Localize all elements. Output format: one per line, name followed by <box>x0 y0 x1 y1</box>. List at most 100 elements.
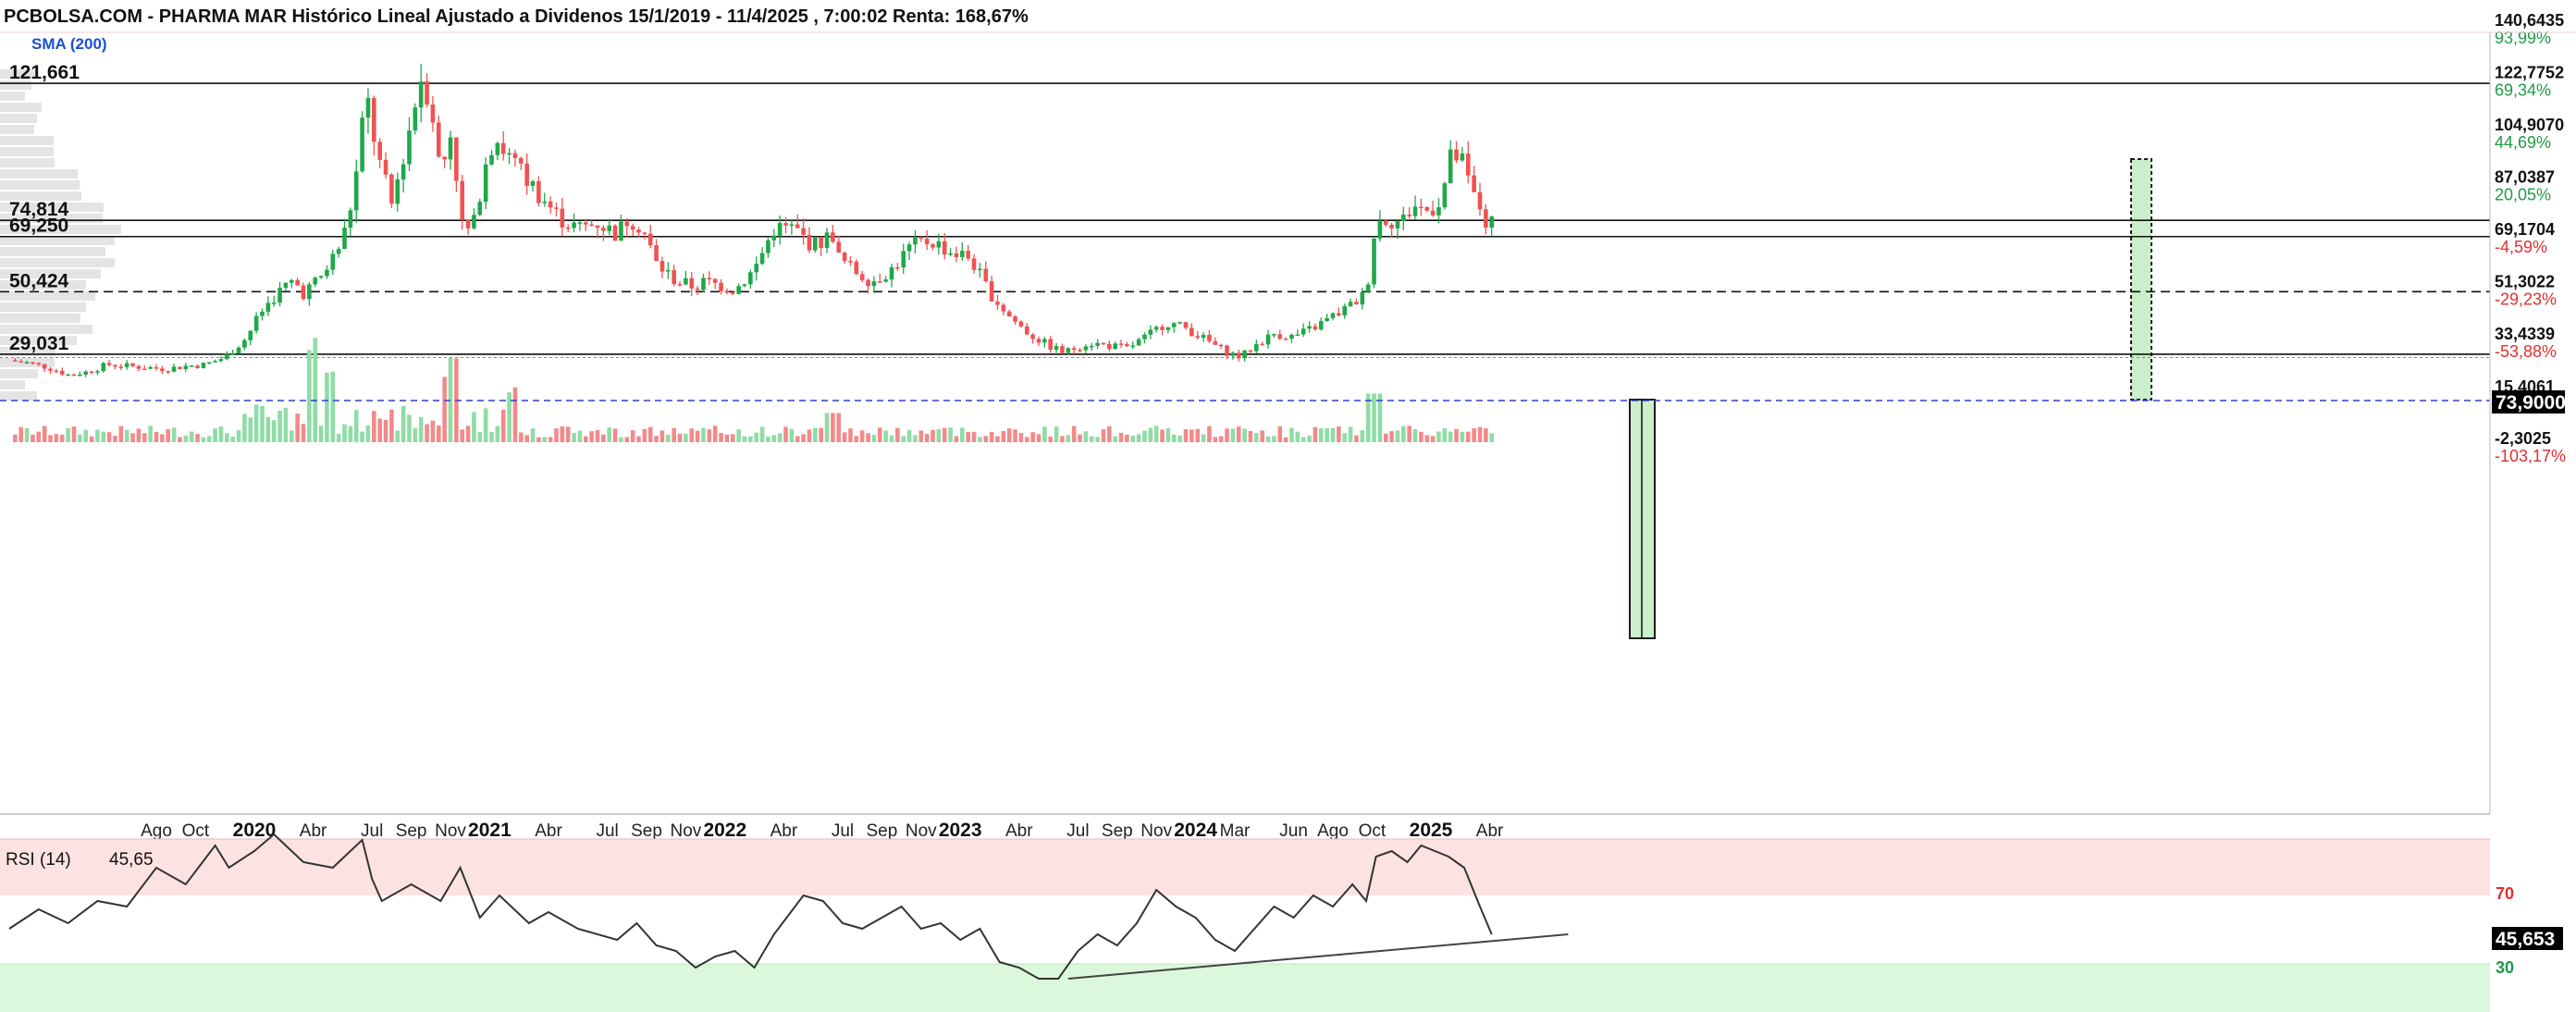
candle-body <box>307 284 312 300</box>
candle-body <box>218 359 224 362</box>
volume-bar <box>225 433 229 442</box>
candle-body <box>42 364 47 369</box>
candle-body <box>360 117 364 172</box>
candle-body <box>524 163 529 186</box>
volume-bar <box>442 376 447 442</box>
candle-body <box>1307 326 1312 329</box>
time-tick-label: Jul <box>596 821 618 841</box>
candle-body <box>31 362 35 364</box>
rsi-value: 45,65 <box>109 850 154 870</box>
volume-bar <box>1472 428 1476 442</box>
volume-bar <box>1118 432 1124 442</box>
candle-body <box>1389 225 1394 228</box>
volume-bar <box>360 431 364 442</box>
volume-bar <box>71 426 77 442</box>
candle-body <box>801 228 806 235</box>
price-tick-label: 104,9070 <box>2495 116 2564 134</box>
volume-bar <box>418 416 424 442</box>
candle-body <box>848 261 853 263</box>
candle-body <box>913 236 918 245</box>
candle-body <box>819 237 823 249</box>
candle-body <box>577 222 583 224</box>
candle-body <box>1036 339 1041 343</box>
volume-bar <box>647 426 653 442</box>
candle-body <box>436 122 441 157</box>
volume-bar <box>1001 430 1006 442</box>
volume-bar <box>66 428 70 442</box>
volume-bar <box>630 430 635 442</box>
volume-bar <box>954 436 959 442</box>
candle-body <box>512 153 518 158</box>
candle-body <box>730 292 735 294</box>
candle-body <box>1283 339 1288 340</box>
volume-bar <box>1083 431 1089 442</box>
volume-bar <box>1407 426 1411 442</box>
candle-body <box>942 241 947 255</box>
candle-body <box>871 281 877 287</box>
candle-body <box>101 363 106 372</box>
volume-bar <box>1383 433 1388 442</box>
volume-bar <box>318 426 324 442</box>
volume-bar <box>1213 437 1218 442</box>
candle-body <box>1401 214 1406 222</box>
candle-body <box>1048 339 1054 350</box>
candle-body <box>295 279 300 286</box>
candle-body <box>813 237 818 251</box>
volume-bar <box>1171 434 1177 442</box>
candle-body <box>1024 326 1029 335</box>
volume-bar <box>1465 431 1471 442</box>
volume-bar <box>218 426 224 442</box>
candle-body <box>754 264 759 273</box>
candle-body <box>924 239 930 245</box>
highlight-box-2024 <box>2130 158 2152 401</box>
candle-body <box>225 353 229 360</box>
volume-bar <box>1389 431 1394 442</box>
volume-bar <box>1036 434 1041 442</box>
candle-body <box>336 249 341 254</box>
candle-body <box>130 363 135 366</box>
volume-profile-bar <box>0 169 78 179</box>
volume-bar <box>824 413 830 442</box>
candle-body <box>1201 334 1206 339</box>
volume-bar <box>1242 428 1247 442</box>
rsi-label: RSI (14) <box>6 850 71 870</box>
candle-body <box>548 201 553 208</box>
volume-bar <box>677 433 683 442</box>
price-tick-label: 122,7752 <box>2495 64 2564 82</box>
volume-profile-bar <box>0 380 25 389</box>
candle-body <box>113 364 117 367</box>
candle-body <box>1071 348 1077 351</box>
candle-body <box>1395 221 1400 228</box>
candle-body <box>677 284 683 286</box>
volume-bar <box>265 416 271 442</box>
candle-body <box>824 232 830 249</box>
volume-bar <box>383 419 388 442</box>
volume-bar <box>1337 426 1341 442</box>
volume-bar <box>848 428 853 442</box>
candle-body <box>777 223 783 236</box>
chart-canvas: 121,66174,81469,25050,42429,031 PCBOLSA.… <box>0 0 2576 1012</box>
price-tick-pct: -103,17% <box>2495 447 2566 465</box>
candle-body <box>742 284 747 287</box>
candle-body <box>166 371 171 373</box>
candle-body <box>895 266 900 269</box>
candle-body <box>1189 327 1194 337</box>
volume-bar <box>883 430 888 442</box>
candle-body <box>313 278 318 285</box>
candle-body <box>206 362 212 364</box>
volume-bar <box>960 427 965 442</box>
candle-body <box>836 241 842 253</box>
volume-bar <box>895 427 900 442</box>
volume-bar <box>1189 429 1194 442</box>
candle-body <box>13 360 18 362</box>
candle-body <box>1313 326 1318 330</box>
candle-body <box>1342 305 1348 315</box>
volume-bar <box>1401 426 1406 442</box>
candle-body <box>71 374 77 376</box>
volume-profile-bar <box>0 369 38 378</box>
candle-body <box>148 366 153 369</box>
time-tick-label: Oct <box>1359 821 1387 841</box>
candle-body <box>418 81 424 108</box>
volume-bar <box>771 435 777 442</box>
candle-body <box>842 253 847 262</box>
